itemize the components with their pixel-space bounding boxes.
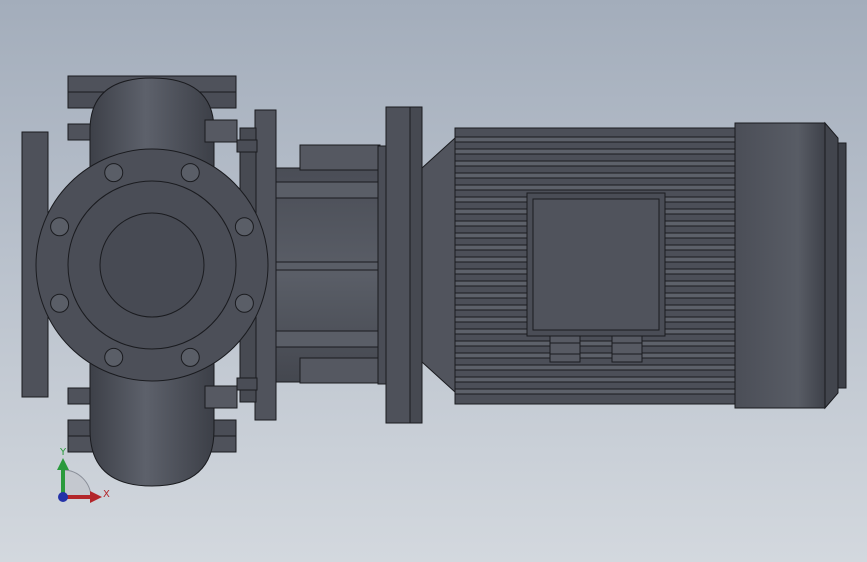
y-axis-label: Y [59, 447, 67, 458]
graphics-viewport[interactable]: Y X [0, 0, 867, 562]
y-axis-arrow [57, 458, 69, 470]
triad-arc [62, 469, 92, 499]
coordinate-triad: Y X [57, 447, 110, 503]
x-axis-arrow [90, 491, 102, 503]
z-axis-dot [58, 492, 68, 502]
x-axis-label: X [103, 489, 110, 500]
